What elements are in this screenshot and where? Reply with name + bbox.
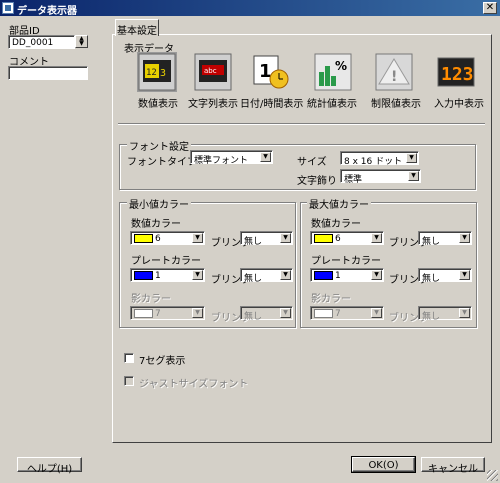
font-settings-label: フォント設定 [127, 138, 191, 153]
chevron-down-icon: ▼ [192, 308, 203, 318]
chevron-down-icon: ▼ [371, 233, 382, 243]
svg-text:!: ! [391, 69, 397, 85]
min-color-label: 最小値カラー [127, 196, 191, 211]
max-plate-color-label: プレートカラー [311, 256, 381, 267]
string-display-label: 文字列表示 [188, 99, 238, 110]
numeric-display-icon[interactable]: 3 12 [137, 52, 177, 92]
max-shadow-color-select[interactable]: 7 ▼ [310, 306, 384, 320]
chevron-down-icon: ▼ [408, 171, 419, 181]
color-swatch [314, 309, 333, 318]
tab-basic-settings[interactable]: 基本設定 [115, 19, 159, 37]
app-icon [2, 2, 14, 14]
svg-text:abc: abc [204, 67, 217, 75]
chevron-down-icon: ▼ [371, 270, 382, 280]
part-id-field[interactable]: DD_0001 [8, 35, 75, 49]
size-select[interactable]: 8 x 16 ドット ▼ [340, 151, 419, 167]
comment-field[interactable] [8, 66, 88, 80]
chevron-down-icon: ▼ [459, 233, 470, 243]
max-plate-color-select[interactable]: 1 ▼ [310, 268, 384, 282]
min-shadow-blink-select[interactable]: 無し ▼ [240, 306, 293, 322]
date-time-display-icon[interactable]: 1 [250, 52, 290, 92]
statistics-display-icon[interactable]: % [313, 52, 353, 92]
limit-display-icon[interactable]: ! [374, 52, 414, 92]
color-swatch [134, 309, 153, 318]
chevron-down-icon: ▼ [280, 308, 291, 318]
max-color-label: 最大値カラー [307, 196, 371, 211]
min-plate-color-select[interactable]: 1 ▼ [130, 268, 205, 282]
color-swatch [134, 234, 153, 243]
svg-text:%: % [335, 59, 347, 73]
chevron-down-icon: ▼ [280, 270, 291, 280]
decoration-select[interactable]: 標準 ▼ [340, 169, 421, 185]
min-numeric-color-label: 数値カラー [131, 219, 181, 230]
window-title: データ表示器 [17, 6, 77, 17]
color-swatch [314, 271, 333, 280]
chevron-down-icon: ▼ [192, 270, 203, 280]
svg-text:12: 12 [146, 68, 157, 78]
just-size-font-label: ジャストサイズフォント [139, 379, 249, 390]
max-shadow-blink-select[interactable]: 無し ▼ [418, 306, 472, 322]
min-shadow-color-select[interactable]: 7 ▼ [130, 306, 205, 320]
chevron-down-icon: ▼ [371, 308, 382, 318]
chevron-down-icon: ▼ [459, 308, 470, 318]
separator [118, 123, 485, 125]
numeric-display-label: 数値表示 [138, 99, 178, 110]
help-button[interactable]: ヘルプ(H) [17, 457, 82, 475]
max-shadow-color-label: 影カラー [311, 294, 351, 305]
min-shadow-color-label: 影カラー [131, 294, 171, 305]
color-swatch [314, 234, 333, 243]
resize-grip[interactable] [487, 470, 498, 481]
max-numeric-blink-select[interactable]: 無し ▼ [418, 231, 472, 247]
chevron-down-icon: ▼ [260, 152, 271, 162]
part-id-spinner[interactable]: ▲ ▼ [75, 35, 88, 48]
input-display-label: 入力中表示 [434, 99, 484, 110]
input-display-icon[interactable]: 123 [436, 52, 476, 92]
limit-display-label: 制限値表示 [371, 99, 421, 110]
svg-text:123: 123 [441, 64, 474, 85]
font-type-select[interactable]: 標準フォント ▼ [190, 150, 273, 166]
string-display-icon[interactable]: abc [193, 52, 233, 92]
svg-text:3: 3 [160, 68, 166, 79]
min-numeric-blink-select[interactable]: 無し ▼ [240, 231, 293, 247]
date-time-display-label: 日付/時間表示 [240, 99, 304, 110]
color-swatch [134, 271, 153, 280]
chevron-down-icon: ▼ [280, 233, 291, 243]
seven-seg-label: 7セグ表示 [139, 356, 186, 367]
chevron-down-icon: ▼ [192, 233, 203, 243]
max-numeric-color-label: 数値カラー [311, 219, 361, 230]
min-plate-blink-select[interactable]: 無し ▼ [240, 268, 293, 284]
chevron-down-icon: ▼ [406, 153, 417, 163]
size-label: サイズ [297, 157, 327, 168]
just-size-font-checkbox[interactable] [124, 376, 134, 386]
decoration-label: 文字飾り [297, 176, 337, 187]
font-type-label: フォントタイプ [127, 157, 197, 168]
min-plate-color-label: プレートカラー [131, 256, 201, 267]
min-numeric-color-select[interactable]: 6 ▼ [130, 231, 205, 245]
chevron-down-icon: ▼ [459, 270, 470, 280]
ok-button[interactable]: OK(O) [351, 456, 416, 473]
max-numeric-color-select[interactable]: 6 ▼ [310, 231, 384, 245]
max-plate-blink-select[interactable]: 無し ▼ [418, 268, 472, 284]
seven-seg-checkbox[interactable] [124, 353, 134, 363]
statistics-display-label: 統計値表示 [307, 99, 357, 110]
cancel-button[interactable]: キャンセル [421, 457, 485, 475]
close-button[interactable]: ✕ [483, 2, 497, 14]
